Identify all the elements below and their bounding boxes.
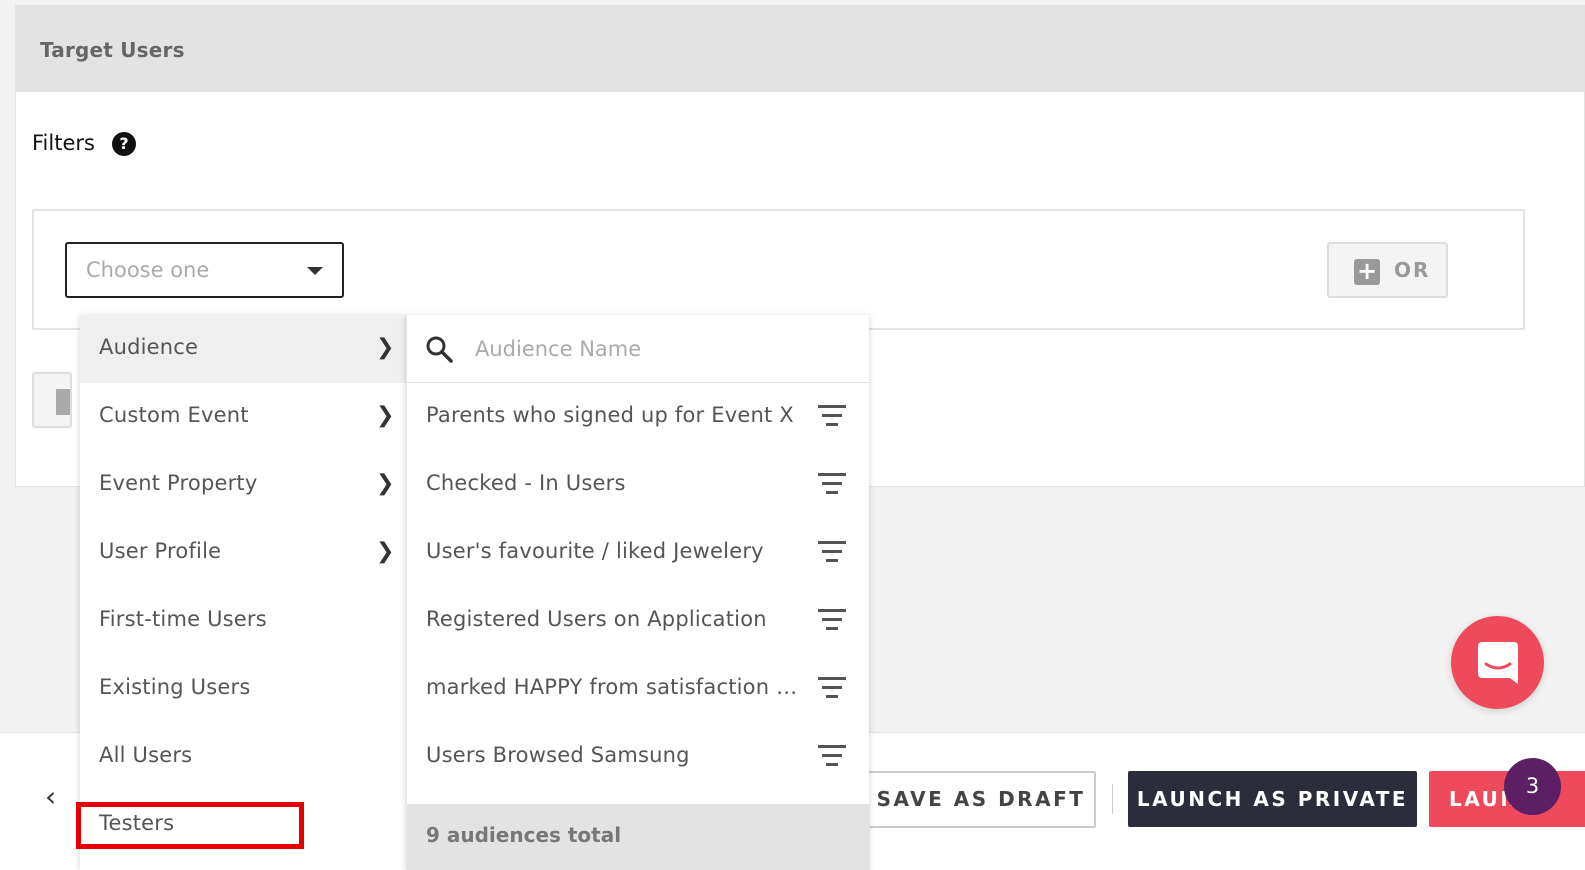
audience-total-label: 9 audiences total <box>426 823 622 847</box>
menu-item-label: All Users <box>99 743 193 767</box>
menu-item-existing-users[interactable]: Existing Users <box>80 655 406 723</box>
audience-item[interactable]: User's favourite / liked Jewelery <box>407 519 870 587</box>
audience-search-input[interactable] <box>475 333 845 365</box>
add-and-button[interactable] <box>32 372 72 428</box>
filter-type-select[interactable]: Choose one <box>65 242 344 298</box>
audience-item[interactable]: Users Browsed Samsung <box>407 723 870 791</box>
menu-item-user-profile[interactable]: User Profile ❯ <box>80 519 406 587</box>
menu-item-label: Audience <box>99 335 199 359</box>
audience-label: Users Browsed Samsung <box>426 743 690 767</box>
panel-header: Target Users <box>16 6 1584 92</box>
filter-icon[interactable] <box>817 405 847 429</box>
add-or-button[interactable]: + OR <box>1327 242 1448 298</box>
back-chevron-icon[interactable]: ‹ <box>45 783 65 811</box>
help-icon[interactable]: ? <box>112 132 136 156</box>
audience-label: marked HAPPY from satisfaction s... <box>426 675 806 699</box>
divider <box>1112 784 1113 814</box>
chevron-down-icon <box>307 267 323 275</box>
chat-launcher[interactable] <box>1451 616 1544 709</box>
audience-total-footer: 9 audiences total <box>407 804 870 870</box>
audience-search <box>407 315 870 383</box>
filter-icon[interactable] <box>817 677 847 701</box>
menu-item-custom-event[interactable]: Custom Event ❯ <box>80 383 406 451</box>
audience-item[interactable]: Parents who signed up for Event X <box>407 383 870 451</box>
menu-item-event-property[interactable]: Event Property ❯ <box>80 451 406 519</box>
menu-item-label: Existing Users <box>99 675 251 699</box>
filter-category-menu: Audience ❯ Custom Event ❯ Event Property… <box>80 315 406 870</box>
chevron-right-icon: ❯ <box>376 539 395 564</box>
menu-item-label: Custom Event <box>99 403 249 427</box>
chevron-right-icon: ❯ <box>376 335 395 360</box>
filter-icon[interactable] <box>817 541 847 565</box>
audience-submenu: Parents who signed up for Event X Checke… <box>406 315 870 870</box>
filter-icon[interactable] <box>817 609 847 633</box>
panel-title: Target Users <box>40 38 185 62</box>
menu-item-all-users[interactable]: All Users <box>80 723 406 791</box>
plus-icon: + <box>1354 259 1380 285</box>
audience-label: Parents who signed up for Event X <box>426 403 794 427</box>
audience-label: Registered Users on Application <box>426 607 767 631</box>
chat-icon <box>1478 642 1518 684</box>
notification-badge[interactable]: 3 <box>1504 758 1561 815</box>
plus-icon <box>56 389 70 415</box>
audience-label: User's favourite / liked Jewelery <box>426 539 764 563</box>
chevron-right-icon: ❯ <box>376 403 395 428</box>
menu-item-label: User Profile <box>99 539 222 563</box>
audience-item[interactable]: marked HAPPY from satisfaction s... <box>407 655 870 723</box>
save-as-draft-button[interactable]: SAVE AS DRAFT <box>866 771 1096 828</box>
filter-icon[interactable] <box>817 745 847 769</box>
or-label: OR <box>1394 258 1431 282</box>
menu-item-audience[interactable]: Audience ❯ <box>80 315 406 383</box>
chevron-right-icon: ❯ <box>376 471 395 496</box>
audience-item[interactable]: Registered Users on Application <box>407 587 870 655</box>
audience-label: Checked - In Users <box>426 471 626 495</box>
select-placeholder: Choose one <box>86 258 210 282</box>
testers-highlight-box <box>76 802 304 849</box>
menu-item-label: Event Property <box>99 471 258 495</box>
menu-item-first-time-users[interactable]: First-time Users <box>80 587 406 655</box>
audience-item[interactable]: Checked - In Users <box>407 451 870 519</box>
launch-as-private-button[interactable]: LAUNCH AS PRIVATE <box>1128 771 1417 827</box>
filter-icon[interactable] <box>817 473 847 497</box>
search-icon <box>426 336 453 363</box>
menu-item-label: First-time Users <box>99 607 267 631</box>
filters-label: Filters <box>32 131 95 155</box>
